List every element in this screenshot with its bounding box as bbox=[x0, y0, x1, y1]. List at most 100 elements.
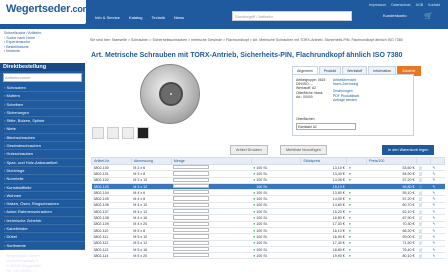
cart-icon[interactable]: 🛒 bbox=[424, 12, 433, 20]
availability-dot-icon: ● bbox=[348, 190, 351, 195]
article-no-cell-text: 3802-105 bbox=[93, 197, 109, 202]
top-header: Wegertseder.com Impressum Datenschutz AG… bbox=[0, 0, 448, 29]
article-no-cell-text: 3802-102 bbox=[93, 178, 109, 183]
quantity-input[interactable] bbox=[173, 253, 210, 258]
top-link[interactable]: Kontakt bbox=[428, 3, 440, 7]
category-item[interactable]: Muttern bbox=[4, 92, 85, 101]
quantity-input[interactable] bbox=[173, 171, 210, 176]
table-row[interactable]: 3802-114 M 5 x 20 ● 100 St. 19,90 € ● 80,10 … bbox=[91, 252, 445, 260]
quantity-field[interactable] bbox=[171, 252, 252, 260]
price-100-cell-text: 59,80 € bbox=[402, 184, 415, 189]
category-item[interactable]: Dübel bbox=[4, 233, 85, 242]
account-link[interactable]: Kundenkonto bbox=[383, 13, 407, 18]
logo-container[interactable]: Wegertseder.com bbox=[0, 0, 91, 24]
category-item[interactable]: Stifte, Bolzen, Splinte bbox=[4, 117, 85, 126]
col-quantity[interactable]: Menge bbox=[170, 157, 252, 165]
category-item[interactable]: Gewindeschrauben bbox=[4, 142, 85, 151]
price-100-cell-text: 57,20 € bbox=[402, 197, 415, 202]
direct-order-input[interactable]: Artikelnummer bbox=[3, 73, 82, 82]
category-item[interactable]: Sicherungen bbox=[4, 109, 85, 118]
quantity-input[interactable] bbox=[173, 165, 210, 170]
dimension-cell-text: M 4 x 6 bbox=[133, 190, 146, 195]
nav-info-service[interactable]: Info & Service bbox=[95, 15, 120, 20]
print-button[interactable]: Artikel Drucken bbox=[230, 145, 268, 155]
category-item[interactable]: Haken, Ösen, Ringschrauben bbox=[4, 200, 85, 209]
table-header-row: Artikel-Nr. Abmessung Menge Stückpreis P… bbox=[91, 157, 446, 165]
unit-price-cell-text: 19,90 € bbox=[332, 253, 345, 258]
search-input[interactable]: Suchbegriff / Artikelnr. bbox=[232, 11, 352, 21]
info-link[interactable]: Anfrage senden bbox=[333, 98, 359, 102]
pack-unit-cell-text: 100 St. bbox=[256, 203, 268, 208]
quantity-input[interactable] bbox=[173, 202, 210, 208]
quantity-input[interactable] bbox=[173, 221, 210, 226]
sidebar: Schnellsuche / Artikelnr. › Suche nach N… bbox=[0, 29, 85, 273]
dimension-cell-text: M 4 x 10 bbox=[133, 203, 148, 208]
nav-technik[interactable]: Technik bbox=[151, 15, 165, 20]
category-item[interactable]: Blechschrauben bbox=[4, 134, 85, 143]
article-no-cell-text: 3802-101 bbox=[93, 171, 109, 176]
quantity-input[interactable] bbox=[173, 234, 210, 239]
logo[interactable]: Wegertseder.com bbox=[6, 3, 91, 15]
pack-unit-cell-text: 100 St. bbox=[256, 178, 268, 183]
category-item[interactable]: Kabelbinder bbox=[4, 225, 85, 234]
watchlist-button[interactable]: Merkliste hinzufügen bbox=[280, 145, 327, 155]
quantity-input[interactable] bbox=[173, 209, 210, 214]
quicklink[interactable]: › Infotexte bbox=[4, 49, 81, 54]
availability-dot-icon: ● bbox=[348, 241, 351, 246]
quantity-input[interactable] bbox=[173, 240, 210, 245]
info-link[interactable]: Norm-Zeichnung bbox=[333, 82, 359, 86]
stock-indicator: ● bbox=[346, 252, 367, 260]
pack-unit-cell-text: 100 St. bbox=[256, 222, 268, 227]
category-item[interactable]: Holzschrauben bbox=[4, 150, 85, 159]
category-item[interactable]: Kunststoffteile bbox=[4, 184, 85, 192]
category-item[interactable]: technische Zubehör bbox=[4, 217, 85, 226]
category-item[interactable]: Dichtringe bbox=[4, 167, 85, 176]
article-no-cell-text: 3802-114 bbox=[93, 253, 109, 258]
category-item[interactable]: Spax- und Holz-Anbauartikel bbox=[4, 159, 85, 167]
quantity-input[interactable] bbox=[173, 227, 210, 233]
note-icon[interactable]: ✎ bbox=[430, 252, 445, 260]
col-price-100[interactable]: Preis/100 bbox=[366, 157, 417, 165]
product-thumbnail[interactable] bbox=[122, 127, 134, 139]
product-thumbnail[interactable] bbox=[92, 127, 104, 139]
availability-dot-icon: ● bbox=[348, 165, 351, 170]
col-unit-price[interactable]: Stückpreis bbox=[300, 157, 348, 165]
add-to-cart-button[interactable]: In den Warenkorb legen bbox=[382, 145, 435, 155]
product-thumbnail[interactable] bbox=[107, 127, 119, 139]
unit-price-cell-text: 14,06 € bbox=[332, 178, 345, 183]
availability-dot-icon: ● bbox=[348, 171, 351, 176]
cart-icon[interactable]: 🛒 bbox=[416, 252, 431, 260]
breadcrumb[interactable]: Sie sind hier: Startseite > Schrauben > … bbox=[90, 38, 445, 42]
product-thumbnail[interactable] bbox=[137, 127, 149, 139]
category-item[interactable]: Anker-Rahmenschrauben bbox=[4, 208, 85, 217]
quantity-input[interactable] bbox=[173, 183, 210, 189]
quantity-input[interactable] bbox=[173, 190, 210, 195]
top-link[interactable]: Datenschutz bbox=[391, 3, 410, 7]
unit-price-cell-text: 14,60 € bbox=[332, 203, 345, 208]
select-label: Oberflächen bbox=[296, 117, 315, 121]
quantity-input[interactable] bbox=[173, 177, 210, 182]
quantity-input[interactable] bbox=[173, 246, 210, 252]
top-link[interactable]: Impressum bbox=[369, 3, 386, 7]
category-item[interactable]: Scheiben bbox=[4, 101, 85, 109]
nav-news[interactable]: News bbox=[174, 15, 184, 20]
category-item[interactable]: Normteile bbox=[4, 175, 85, 184]
top-link[interactable]: AGB bbox=[416, 3, 423, 7]
category-item[interactable]: Wohnen bbox=[4, 192, 85, 201]
quantity-input[interactable] bbox=[173, 215, 210, 220]
category-item[interactable]: Sortimente bbox=[4, 242, 85, 250]
article-no-cell-text: 3802-109 bbox=[93, 222, 109, 227]
col-blank bbox=[416, 157, 431, 165]
dimension-cell-text: M 4 x 12 bbox=[133, 209, 148, 214]
category-item[interactable]: Niete bbox=[4, 125, 85, 134]
footer-line: Tel. +49 (0)991 ... bbox=[6, 268, 36, 273]
surface-select[interactable]: Edelstahl A2 bbox=[296, 123, 356, 130]
product-image[interactable] bbox=[140, 64, 200, 124]
direct-order-title: Direktbestellung bbox=[0, 63, 85, 71]
category-item[interactable]: Schrauben bbox=[4, 84, 85, 93]
col-article-no[interactable]: Artikel-Nr. bbox=[91, 157, 132, 165]
nav-katalog[interactable]: Katalog bbox=[129, 15, 143, 20]
quantity-input[interactable] bbox=[173, 196, 210, 201]
col-dimension[interactable]: Abmessung bbox=[130, 157, 172, 165]
col-blank bbox=[429, 157, 446, 165]
